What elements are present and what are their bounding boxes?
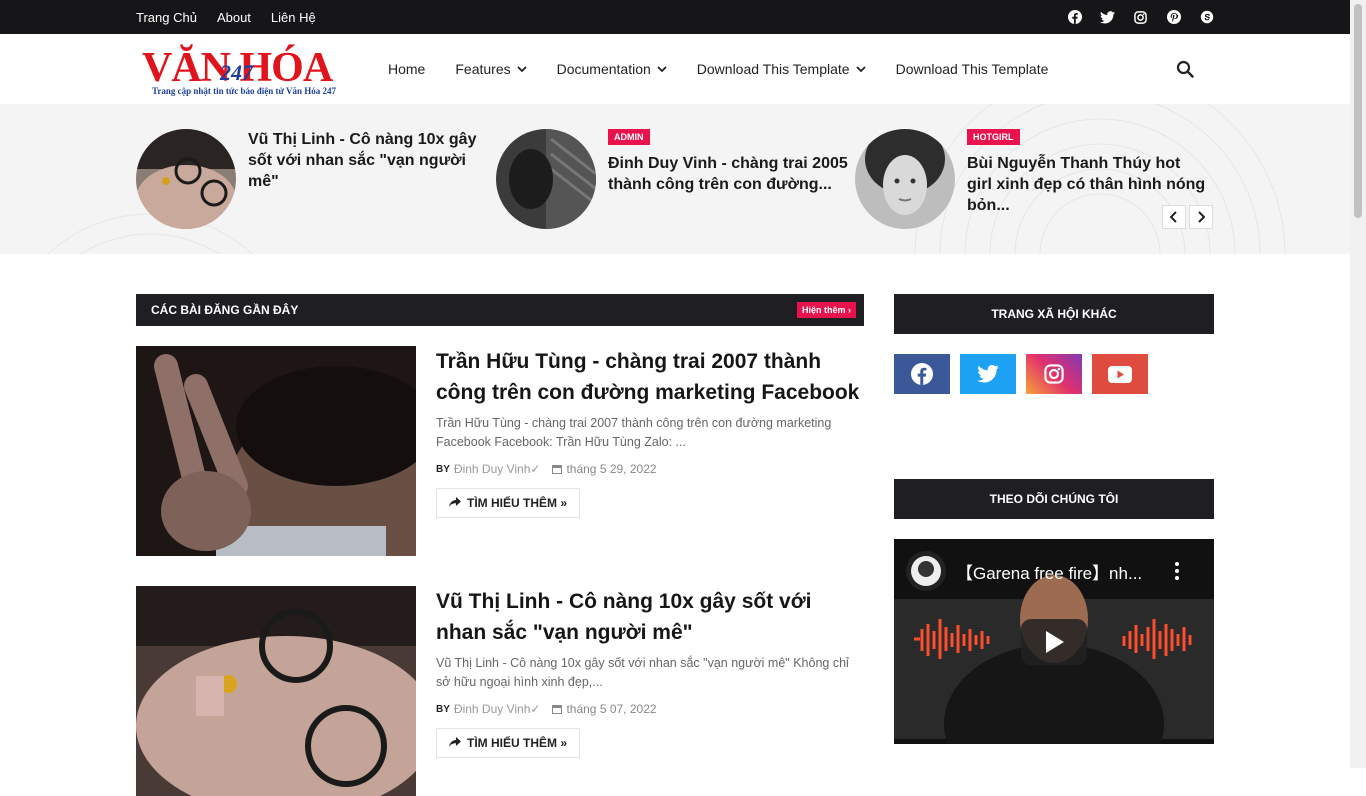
slider-arrows — [1162, 205, 1213, 229]
featured-thumbnail[interactable] — [136, 129, 236, 229]
youtube-button[interactable] — [1092, 354, 1148, 394]
read-more-label: TÌM HIỂU THÊM » — [467, 496, 568, 510]
post-excerpt: Trần Hữu Tùng - chàng trai 2007 thành cô… — [436, 416, 832, 449]
chevron-down-icon — [657, 64, 667, 74]
facebook-icon[interactable] — [1067, 10, 1082, 25]
social-widget-header: Trang xã hội khác — [894, 294, 1214, 334]
calendar-icon — [552, 704, 563, 714]
byline-label: BY — [436, 703, 450, 715]
featured-slide[interactable]: Vũ Thị Linh - Cô nàng 10x gây sốt với nh… — [136, 129, 486, 229]
video-title[interactable]: 【Garena free fire】nh... — [956, 559, 1156, 584]
chevron-down-icon — [516, 64, 527, 74]
chevron-left-icon[interactable] — [1162, 205, 1186, 229]
post-date: tháng 5 29, 2022 — [566, 462, 657, 476]
post-card: Vũ Thị Linh - Cô nàng 10x gây sốt với nh… — [136, 586, 864, 796]
video-embed[interactable]: 【Garena free fire】nh... — [894, 539, 1214, 744]
featured-slide[interactable]: HOTGIRL Bùi Nguyễn Thanh Thúy hot girl x… — [855, 129, 1205, 229]
instagram-button[interactable] — [1026, 354, 1082, 394]
featured-slide[interactable]: ADMIN Đinh Duy Vinh - chàng trai 2005 th… — [496, 129, 848, 229]
recent-posts-header: Các bài đăng gần đây Hiện thêm › — [136, 294, 864, 326]
nav-item-home[interactable]: Home — [388, 61, 425, 77]
calendar-icon — [552, 464, 563, 474]
nav-item-label: Features — [455, 61, 511, 77]
post-title[interactable]: Vũ Thị Linh - Cô nàng 10x gây sốt với nh… — [436, 586, 864, 648]
site-logo[interactable]: VĂN HÓA 247 Trang cập nhật tin tức báo đ… — [140, 44, 350, 98]
nav-item-features[interactable]: Features — [455, 61, 527, 77]
skype-icon[interactable] — [1199, 10, 1214, 25]
twitter-icon[interactable] — [1100, 10, 1115, 25]
chevron-down-icon — [855, 64, 866, 74]
logo-number: 247 — [220, 60, 253, 85]
share-arrow-icon — [449, 496, 461, 510]
nav-item-label: Download This Template — [895, 61, 1049, 77]
nav-item-label: Documentation — [556, 61, 651, 77]
top-link-about[interactable]: About — [217, 10, 251, 25]
twitter-button[interactable] — [960, 354, 1016, 394]
scrollbar-thumb[interactable] — [1354, 4, 1362, 218]
featured-thumbnail[interactable] — [855, 129, 955, 229]
top-link-home[interactable]: Trang Chủ — [136, 10, 197, 25]
section-title: Các bài đăng gần đây — [151, 303, 299, 317]
post-meta: BY Đinh Duy Vinh✓ tháng 5 29, 2022 — [436, 462, 657, 476]
post-date: tháng 5 07, 2022 — [566, 702, 657, 716]
nav-item-download[interactable]: Download This Template — [896, 61, 1049, 77]
nav-item-label: Home — [388, 61, 426, 77]
nav-item-download-dropdown[interactable]: Download This Template — [697, 61, 866, 77]
post-meta: BY Đinh Duy Vinh✓ tháng 5 07, 2022 — [436, 702, 657, 716]
facebook-icon — [911, 363, 933, 385]
page-scrollbar[interactable] — [1350, 0, 1366, 768]
category-tag[interactable]: HOTGIRL — [967, 129, 1020, 145]
top-social — [1067, 0, 1214, 34]
post-thumbnail[interactable] — [136, 346, 416, 556]
post-author[interactable]: Đinh Duy Vinh✓ — [454, 702, 541, 716]
chevron-right-icon[interactable] — [1189, 205, 1213, 229]
featured-slider: Vũ Thị Linh - Cô nàng 10x gây sốt với nh… — [0, 104, 1350, 254]
nav-item-label: Download This Template — [696, 61, 850, 77]
top-bar: Trang Chủ About Liên Hệ — [0, 0, 1350, 34]
read-more-button[interactable]: TÌM HIỂU THÊM » — [436, 728, 581, 758]
main-nav: Home Features Documentation Download Thi… — [388, 34, 1048, 104]
follow-widget-header: Theo dõi chúng tôi — [894, 479, 1214, 519]
search-icon[interactable] — [1176, 60, 1194, 78]
featured-thumbnail[interactable] — [496, 129, 596, 229]
category-tag[interactable]: ADMIN — [608, 129, 650, 145]
read-more-button[interactable]: TÌM HIỂU THÊM » — [436, 488, 581, 518]
top-link-contact[interactable]: Liên Hệ — [271, 10, 316, 25]
featured-title[interactable]: Vũ Thị Linh - Cô nàng 10x gây sốt với nh… — [248, 129, 488, 192]
facebook-button[interactable] — [894, 354, 950, 394]
read-more-label: TÌM HIỂU THÊM » — [467, 736, 568, 750]
post-thumbnail[interactable] — [136, 586, 416, 796]
instagram-icon — [1044, 364, 1064, 384]
main-header: VĂN HÓA 247 Trang cập nhật tin tức báo đ… — [0, 34, 1350, 104]
instagram-icon[interactable] — [1133, 10, 1148, 25]
post-card: Trần Hữu Tùng - chàng trai 2007 thành cô… — [136, 346, 864, 556]
show-more-button[interactable]: Hiện thêm › — [796, 302, 856, 318]
social-buttons — [894, 354, 1148, 394]
byline-label: BY — [436, 463, 450, 475]
youtube-icon — [1108, 365, 1132, 383]
post-author[interactable]: Đinh Duy Vinh✓ — [454, 462, 541, 476]
featured-title[interactable]: Đinh Duy Vinh - chàng trai 2005 thành cô… — [608, 153, 848, 195]
logo-tagline: Trang cập nhật tin tức báo điện tử Văn H… — [152, 86, 336, 96]
share-arrow-icon — [449, 736, 461, 750]
post-title[interactable]: Trần Hữu Tùng - chàng trai 2007 thành cô… — [436, 346, 864, 408]
top-links: Trang Chủ About Liên Hệ — [136, 0, 316, 34]
twitter-icon — [977, 365, 999, 383]
nav-item-documentation[interactable]: Documentation — [557, 61, 667, 77]
pinterest-icon[interactable] — [1166, 10, 1181, 25]
post-excerpt: Vũ Thị Linh - Cô nàng 10x gây sốt với nh… — [436, 656, 849, 689]
